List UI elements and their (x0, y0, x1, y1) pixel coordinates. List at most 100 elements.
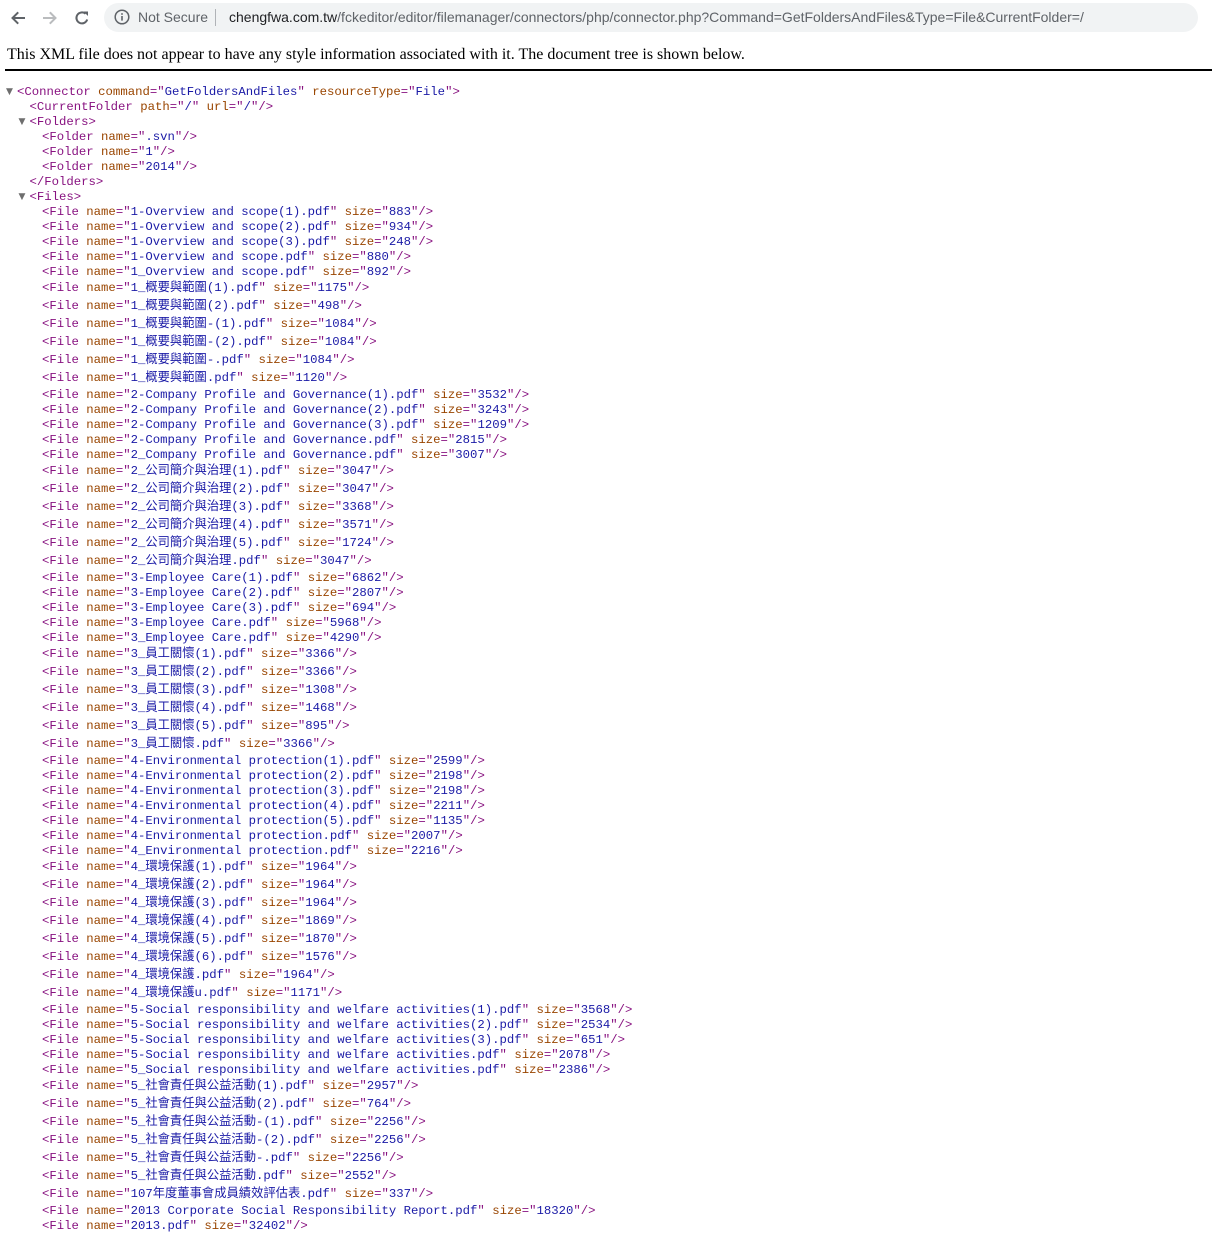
attr-name: size (268, 554, 306, 568)
attr-value: 2216 (411, 844, 441, 858)
attr-name: size (315, 1079, 352, 1093)
tag-open: <Folders> (29, 115, 96, 129)
attr-name: size (253, 647, 291, 661)
attr-name: name (78, 878, 116, 892)
attr-value: 3-Employee Care.pdf (130, 616, 271, 630)
attr-name: name (78, 844, 116, 858)
tag-open: <File (42, 500, 79, 514)
attr-value: 4-Environmental protection.pdf (130, 829, 352, 843)
file-line: <File name="3_員工關懷(1).pdf" size="3366"/> (0, 646, 357, 663)
punct: =" (115, 683, 131, 697)
tag-close: /> (320, 968, 335, 982)
attr-name: size (529, 1033, 566, 1047)
attr-value: 2_公司簡介與治理(2).pdf (130, 482, 284, 496)
punct: " (349, 554, 357, 568)
attr-value: 1084 (324, 317, 355, 331)
punct: =" (115, 769, 131, 783)
tag-close: /> (258, 100, 274, 114)
punct: =" (115, 518, 131, 532)
file-line: <File name="4_環境保護(6).pdf" size="1576"/> (0, 949, 357, 966)
punct: =" (290, 896, 306, 910)
punct: =" (115, 1097, 131, 1111)
attr-value: 3571 (342, 518, 372, 532)
punct: =" (440, 448, 456, 462)
attr-name: size (290, 482, 328, 496)
file-line: <File name="1_Overview and scope.pdf" si… (0, 264, 411, 281)
attr-name: name (78, 403, 116, 417)
attr-name: name (78, 829, 116, 843)
attr-value: 1171 (290, 986, 321, 1000)
attr-name: name (78, 601, 116, 615)
attr-name: size (253, 878, 291, 892)
tag-close: /> (366, 631, 382, 645)
punct: " (189, 1219, 198, 1233)
attr-name: size (359, 829, 397, 843)
file-line: <File name="4_環境保護(2).pdf" size="1964"/> (0, 877, 357, 894)
tag-close: /> (292, 1219, 308, 1233)
tag-close: /> (366, 616, 382, 630)
attr-name: size (381, 769, 419, 783)
punct: =" (115, 665, 131, 679)
attr-name: size (403, 433, 441, 447)
attr-name: name (93, 160, 131, 174)
attr-name: name (78, 1115, 116, 1129)
punct: =" (290, 701, 306, 715)
attr-value: 337 (388, 1187, 411, 1201)
punct: " (521, 1033, 530, 1047)
tag-open: <File (42, 932, 79, 946)
attr-name: size (381, 799, 419, 813)
punct: " (573, 1204, 581, 1218)
tag-close: /> (411, 1115, 426, 1129)
tag-close: /> (356, 554, 372, 568)
punct: =" (115, 1018, 131, 1032)
punct: " (610, 1018, 618, 1032)
tag-open: <File (42, 616, 79, 630)
punct: =" (115, 799, 131, 813)
tag-close: /> (327, 986, 343, 1000)
file-line: <File name="1_概要與範圍(2).pdf" size="498"/> (0, 298, 362, 315)
tag-close: /> (342, 932, 357, 946)
attr-name: size (292, 1169, 330, 1183)
attr-name: name (78, 860, 116, 874)
tag-open: <File (42, 536, 79, 550)
punct: =" (290, 950, 306, 964)
tag-close: /> (595, 1063, 611, 1077)
punct: =" (115, 701, 131, 715)
attr-name: size (529, 1018, 566, 1032)
punct: " (381, 571, 389, 585)
attr-value: 4_環境保護u.pdf (130, 986, 232, 1000)
tag-close: /> (334, 719, 350, 733)
punct: =" (290, 719, 306, 733)
file-line: <File name="1_概要與範圍.pdf" size="1120"/> (0, 370, 347, 387)
punct: =" (418, 754, 434, 768)
attr-value: 3-Employee Care(2).pdf (130, 586, 293, 600)
attr-name: size (265, 281, 303, 295)
attr-value: 3368 (342, 500, 372, 514)
attr-value: 3243 (477, 403, 507, 417)
attr-value: 3047 (342, 464, 372, 478)
punct: =" (305, 554, 320, 568)
punct: " (374, 784, 382, 798)
punct: =" (337, 1151, 352, 1165)
tag-close: /> (160, 145, 175, 159)
punct: =" (359, 1115, 375, 1129)
attr-value: 5_社會責任與公益活動.pdf (130, 1169, 286, 1183)
punct: " (246, 914, 254, 928)
attr-name: size (273, 317, 311, 331)
tag-close: /> (617, 1003, 633, 1017)
tag-close: /> (342, 878, 357, 892)
punct: =" (288, 353, 303, 367)
punct: " (236, 371, 244, 385)
tag-close: /> (379, 536, 394, 550)
attr-name: size (231, 737, 269, 751)
attr-name: name (78, 737, 116, 751)
attr-value: 5-Social responsibility and welfare acti… (130, 1003, 522, 1017)
attr-value: 3366 (305, 665, 335, 679)
attr-name: size (337, 220, 375, 234)
punct: =" (130, 160, 146, 174)
attr-value: 1_Overview and scope.pdf (130, 265, 308, 279)
attr-name: name (78, 317, 116, 331)
attr-name: name (78, 235, 116, 249)
attr-name: name (78, 571, 116, 585)
attr-name: name (78, 665, 116, 679)
